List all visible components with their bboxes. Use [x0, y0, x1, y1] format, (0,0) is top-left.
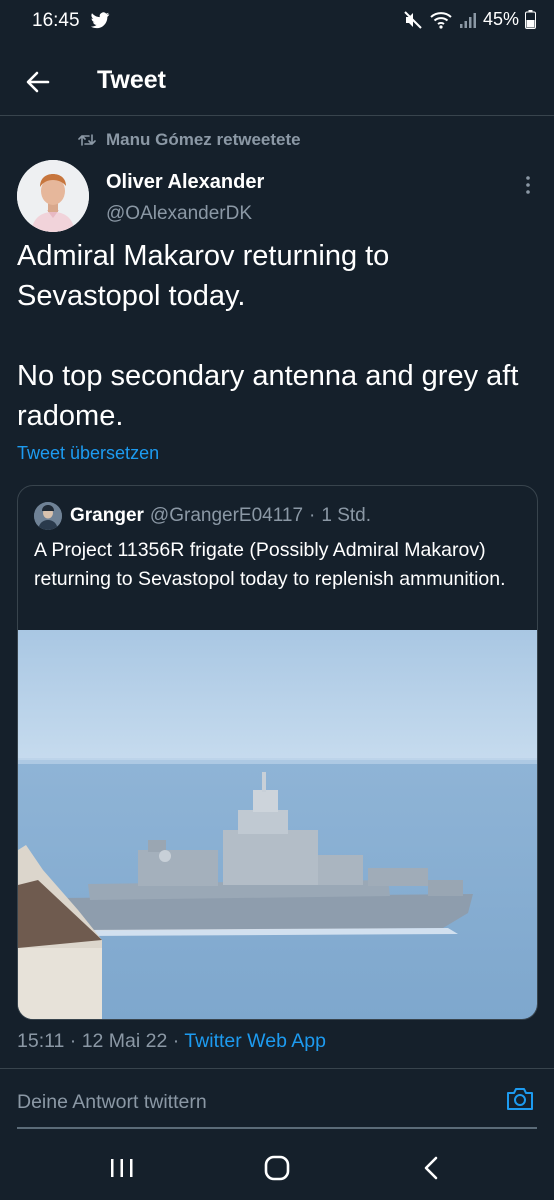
- quoted-tweet-header: Granger @GrangerE04117 · 1 Std.: [34, 502, 371, 530]
- meta-separator: ·: [172, 1030, 180, 1052]
- quoted-author-handle: @GrangerE04117: [149, 505, 304, 526]
- camera-icon[interactable]: [504, 1083, 536, 1115]
- tweet-meta: 15:11 · 12 Mai 22 · Twitter Web App: [17, 1030, 326, 1053]
- top-app-bar: Tweet: [0, 44, 554, 116]
- reply-underline: [17, 1127, 537, 1129]
- quoted-author-name: Granger: [70, 505, 144, 526]
- wifi-icon: [430, 11, 452, 29]
- meta-separator: ·: [69, 1030, 77, 1052]
- chevron-left-icon[interactable]: [418, 1155, 446, 1181]
- home-icon[interactable]: [263, 1155, 291, 1181]
- more-vertical-icon[interactable]: [522, 174, 534, 196]
- reply-bar: [0, 1069, 554, 1131]
- quoted-tweet[interactable]: Granger @GrangerE04117 · 1 Std. A Projec…: [17, 485, 538, 1020]
- status-bar: 16:45 45%: [0, 0, 554, 44]
- retweet-label: Manu Gómez retweetete: [106, 130, 301, 149]
- status-time: 16:45: [32, 10, 80, 31]
- retweet-icon: [78, 134, 96, 146]
- quoted-time: 1 Std.: [321, 505, 371, 526]
- quoted-tweet-text: A Project 11356R frigate (Possibly Admir…: [34, 539, 506, 590]
- recent-apps-icon[interactable]: [108, 1155, 136, 1181]
- avatar-image: [17, 160, 89, 232]
- tweet-source-link[interactable]: Twitter Web App: [184, 1030, 326, 1052]
- quoted-separator: ·: [309, 505, 316, 526]
- reply-input[interactable]: [17, 1085, 487, 1119]
- tweet-date: 12 Mai 22: [81, 1030, 168, 1052]
- signal-icon: [459, 12, 476, 28]
- twitter-bird-icon: [90, 12, 110, 29]
- quoted-media-image[interactable]: [18, 630, 538, 1020]
- tweet-time: 15:11: [17, 1030, 65, 1052]
- battery-percent: 45%: [482, 9, 519, 29]
- author-handle[interactable]: @OAlexanderDK: [106, 203, 252, 225]
- avatar[interactable]: [17, 160, 89, 232]
- retweet-context[interactable]: Manu Gómez retweetete: [78, 130, 301, 150]
- arrow-left-icon[interactable]: [22, 66, 54, 98]
- tweet-text: Admiral Makarov returning to Sevastopol …: [17, 240, 519, 432]
- author-name[interactable]: Oliver Alexander: [106, 171, 264, 194]
- system-nav-bar: [0, 1133, 554, 1200]
- translate-link[interactable]: Tweet übersetzen: [17, 443, 159, 464]
- page-title: Tweet: [97, 66, 166, 94]
- quoted-avatar: [34, 502, 62, 530]
- status-indicators: 45%: [403, 9, 536, 30]
- battery-icon: [525, 10, 536, 29]
- mute-icon: [404, 10, 422, 29]
